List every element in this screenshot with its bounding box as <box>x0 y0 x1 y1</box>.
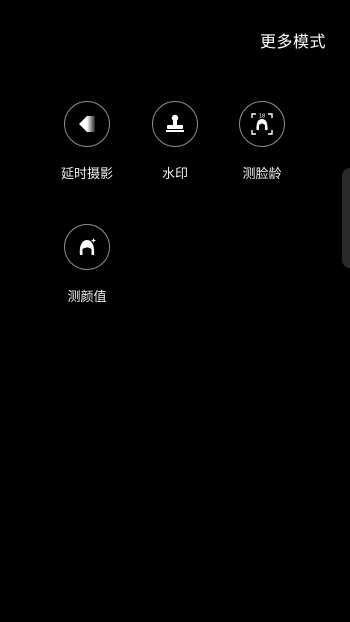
timelapse-button[interactable] <box>64 101 110 147</box>
mode-watermark[interactable]: 水印 <box>127 101 223 201</box>
face-age-button[interactable]: 18 <box>239 101 285 147</box>
face-beauty-icon <box>79 238 96 255</box>
mode-timelapse[interactable]: 延时摄影 <box>39 101 135 201</box>
mode-label-face-beauty: 测颜值 <box>67 290 107 305</box>
mode-grid: 延时摄影 水印 18 测脸龄 测颜值 <box>0 0 350 622</box>
watermark-button[interactable] <box>152 101 198 147</box>
mode-face-beauty[interactable]: 测颜值 <box>39 224 135 324</box>
edge-panel-handle[interactable] <box>342 168 350 268</box>
timelapse-icon <box>79 116 95 132</box>
mode-label-watermark: 水印 <box>161 167 188 182</box>
watermark-stamp-icon <box>166 114 184 132</box>
mode-label-face-age: 测脸龄 <box>242 167 282 182</box>
face-age-badge: 18 <box>259 114 265 120</box>
face-age-icon: 18 <box>251 113 273 135</box>
mode-label-timelapse: 延时摄影 <box>60 167 113 182</box>
mode-face-age[interactable]: 18 测脸龄 <box>214 101 310 201</box>
face-beauty-button[interactable] <box>64 224 110 270</box>
